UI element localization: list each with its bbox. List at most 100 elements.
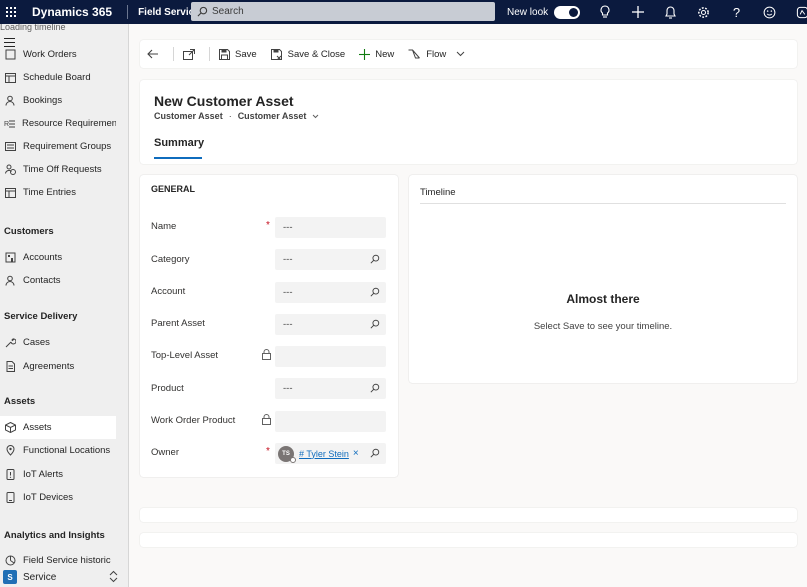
sidebar-item-time-entries[interactable]: Time Entries xyxy=(0,181,116,204)
required-indicator: * xyxy=(266,220,270,231)
search-icon[interactable] xyxy=(370,287,380,297)
sidebar-item-label: Work Orders xyxy=(23,49,77,60)
avatar: TS xyxy=(278,445,296,463)
remove-owner-icon[interactable]: × xyxy=(353,448,359,459)
new-label: New xyxy=(375,48,395,60)
plus-icon[interactable] xyxy=(621,0,654,24)
top-nav-bar: Dynamics 365 Field Service Search New lo… xyxy=(0,0,807,24)
area-switcher[interactable]: S Service xyxy=(0,567,128,587)
lightbulb-icon[interactable] xyxy=(588,0,621,24)
timeline-empty-heading: Almost there xyxy=(566,292,640,306)
sidebar-item-iot-devices[interactable]: IoT Devices xyxy=(0,486,116,509)
app-launcher-button[interactable] xyxy=(0,0,22,24)
sidebar-item-label: Cases xyxy=(23,337,50,348)
app-title[interactable]: Dynamics 365 xyxy=(32,5,112,19)
record-header: New Customer Asset Customer Asset · Cust… xyxy=(140,80,797,164)
owner-lookup[interactable]: TS # Tyler Stein × xyxy=(275,443,386,464)
form-name: Customer Asset xyxy=(237,111,307,121)
document-icon xyxy=(4,361,16,373)
tab-summary[interactable]: Summary xyxy=(154,137,204,149)
top-level-asset-field xyxy=(275,346,386,367)
new-look-toggle[interactable] xyxy=(554,5,581,19)
sidebar-item-work-orders[interactable]: Work Orders xyxy=(0,43,116,66)
name-field[interactable]: --- xyxy=(275,217,386,238)
timeline-empty-message: Select Save to see your timeline. xyxy=(533,321,673,332)
search-icon[interactable] xyxy=(370,254,380,264)
sidebar-item-functional-locations[interactable]: Functional Locations xyxy=(0,439,116,462)
command-separator xyxy=(209,47,210,61)
sidebar-item-bookings[interactable]: Bookings xyxy=(0,89,116,112)
sidebar-item-iot-alerts[interactable]: IoT Alerts xyxy=(0,463,116,486)
person-icon xyxy=(4,275,16,287)
flow-label: Flow xyxy=(426,48,447,60)
flow-button[interactable]: Flow xyxy=(401,40,472,68)
presence-icon xyxy=(290,456,296,463)
sidebar-item-contacts[interactable]: Contacts xyxy=(0,269,116,292)
loading-timeline-text: Loading timeline xyxy=(0,24,66,32)
command-separator xyxy=(173,47,174,61)
owner-link[interactable]: # Tyler Stein xyxy=(299,449,349,459)
parent-asset-field-label: Parent Asset xyxy=(151,318,205,329)
section-title: GENERAL xyxy=(151,184,196,194)
name-field-label: Name xyxy=(151,221,177,232)
chevron-down-icon xyxy=(456,51,465,57)
new-button[interactable]: New xyxy=(352,40,401,68)
sidebar-item-time-off-requests[interactable]: Time Off Requests xyxy=(0,158,116,181)
sidebar-item-resource-requirements[interactable]: R Resource Requirements xyxy=(0,112,116,135)
group-icon xyxy=(4,141,16,153)
save-button[interactable]: Save xyxy=(212,40,264,68)
work-order-product-field-label: Work Order Product xyxy=(151,415,236,426)
sidebar-item-requirement-groups[interactable]: Requirement Groups xyxy=(0,135,116,158)
sidebar-item-schedule-board[interactable]: Schedule Board xyxy=(0,66,116,89)
waffle-icon xyxy=(6,7,16,17)
work-orders-icon xyxy=(4,49,16,61)
topbar-divider xyxy=(127,5,129,19)
save-and-close-button[interactable]: Save & Close xyxy=(264,40,353,68)
open-new-window-icon xyxy=(183,48,195,60)
sidebar-item-label: Time Off Requests xyxy=(23,164,102,175)
help-icon[interactable]: ? xyxy=(720,0,753,24)
chart-icon xyxy=(4,555,16,567)
search-icon[interactable] xyxy=(370,319,380,329)
lock-icon xyxy=(262,414,271,425)
chevron-down-icon xyxy=(312,114,319,119)
area-badge: S xyxy=(3,570,17,584)
search-icon xyxy=(197,6,208,17)
search-icon[interactable] xyxy=(370,383,380,393)
search-icon[interactable] xyxy=(370,448,380,458)
sitemap-sidebar: Loading timeline Work Orders Schedule Bo… xyxy=(0,24,129,587)
form-selector[interactable]: Customer Asset xyxy=(238,111,319,121)
sidebar-item-cases[interactable]: Cases xyxy=(0,331,116,354)
sidebar-item-label: Accounts xyxy=(23,252,63,263)
sidebar-item-label: Agreements xyxy=(23,361,75,372)
gear-icon[interactable] xyxy=(687,0,720,24)
open-new-window-button[interactable] xyxy=(176,40,207,68)
sidebar-item-label: Assets xyxy=(23,422,52,433)
bell-icon[interactable] xyxy=(654,0,687,24)
save-label: Save xyxy=(235,48,257,60)
subtitle-separator: · xyxy=(228,111,232,121)
parent-asset-lookup[interactable]: --- xyxy=(275,314,386,335)
sidebar-item-agreements[interactable]: Agreements xyxy=(0,355,116,378)
copilot-icon[interactable] xyxy=(786,0,807,24)
sidebar-item-accounts[interactable]: Accounts xyxy=(0,246,116,269)
category-lookup[interactable]: --- xyxy=(275,249,386,270)
work-order-product-field xyxy=(275,411,386,432)
search-placeholder: Search xyxy=(212,6,244,17)
timeline-section: Timeline Almost there Select Save to see… xyxy=(409,175,797,383)
new-look-toggle-group: New look xyxy=(507,0,581,24)
global-search-box[interactable]: Search xyxy=(191,2,495,21)
account-lookup[interactable]: --- xyxy=(275,282,386,303)
sidebar-item-label: Contacts xyxy=(23,275,61,286)
required-indicator: * xyxy=(266,446,270,457)
back-button[interactable] xyxy=(140,40,171,68)
empty-section-panel xyxy=(140,508,797,522)
category-field-label: Category xyxy=(151,254,190,265)
save-icon xyxy=(219,48,230,60)
sidebar-item-label: Schedule Board xyxy=(23,72,91,83)
avatar-initials: TS xyxy=(282,450,290,457)
back-arrow-icon xyxy=(147,49,158,59)
sidebar-item-assets[interactable]: Assets xyxy=(0,416,116,439)
smiley-icon[interactable] xyxy=(753,0,786,24)
product-lookup[interactable]: --- xyxy=(275,378,386,399)
